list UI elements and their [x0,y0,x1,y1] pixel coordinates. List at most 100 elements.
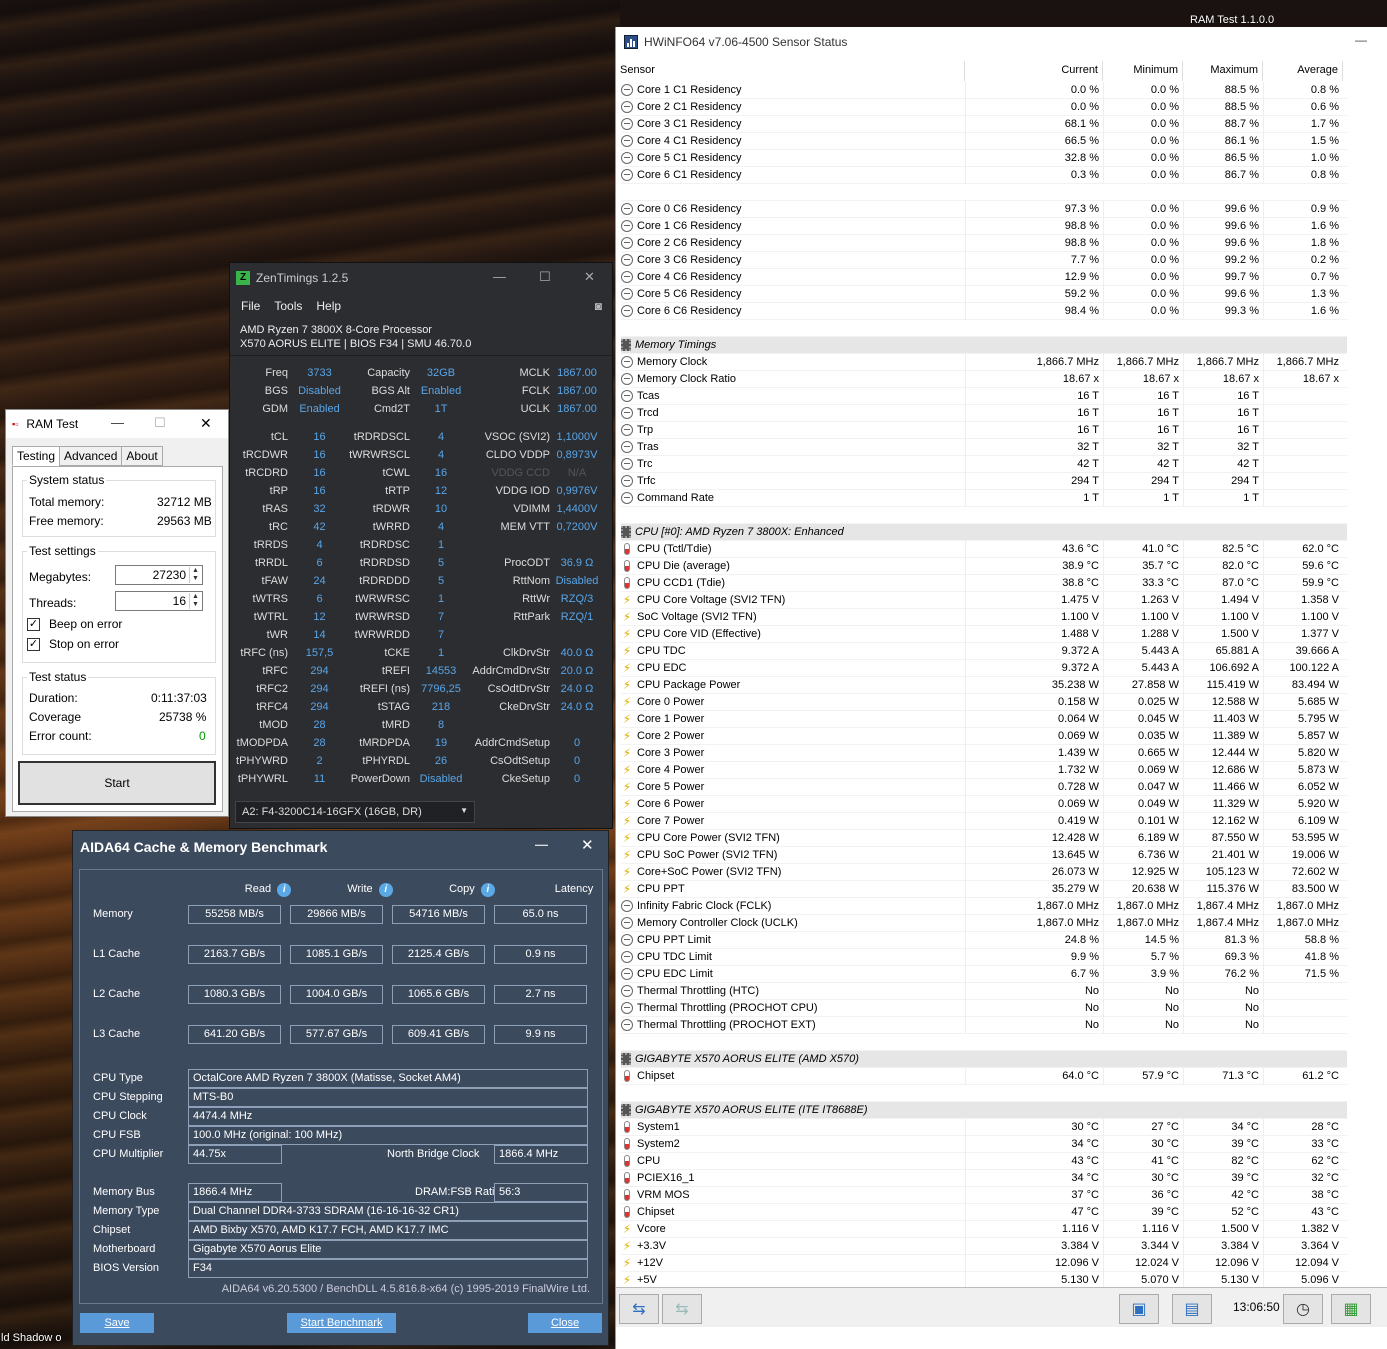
start-benchmark-button[interactable]: Start Benchmark [287,1313,396,1333]
sensor-row[interactable]: ⚡ CPU Core VID (Effective) 1.488 V 1.288 V1… [621,625,1348,643]
memory-module-dropdown[interactable]: A2: F4-3200C14-16GFX (16GB, DR) ▼ [235,801,475,823]
sensor-row[interactable]: Thermal Throttling (PROCHOT CPU) No No No [621,999,1348,1017]
maximize-button[interactable]: ☐ [539,269,551,285]
vertical-scrollbar[interactable] [1347,61,1387,1286]
megabytes-stepper[interactable]: ▲ ▼ [189,567,201,583]
sensor-row[interactable]: Trfc 294 T 294 T 294 T [621,472,1348,490]
sensor-row[interactable]: Chipset 64.0 °C 57.9 °C 71.3 °C 61.2 °C [621,1067,1348,1085]
menu-tools[interactable]: Tools [274,299,302,313]
sensor-group-header[interactable]: Memory Timings [621,337,1348,354]
sensor-group-header[interactable]: GIGABYTE X570 AORUS ELITE (ITE IT8688E) [621,1102,1348,1119]
zentimings-titlebar[interactable]: Z ZenTimings 1.2.5 — ☐ ✕ [230,263,612,293]
sensor-row[interactable]: ⚡ CPU TDC 9.372 A 5.443 A 65.881 A 39.666 A [621,642,1348,660]
network-button[interactable]: ▤ [1172,1294,1212,1324]
sensor-row[interactable]: ⚡ CPU PPT 35.279 W 20.638 W 115.376 W 83.500 … [621,880,1348,898]
sensor-row[interactable]: VRM MOS 37 °C 36 °C 42 °C 38 °C [621,1186,1348,1204]
sensor-row[interactable]: PCIEX16_1 34 °C 30 °C 39 °C 32 °C [621,1169,1348,1187]
minimize-button[interactable]: — [493,269,506,284]
sensor-row[interactable]: Core 2 C6 Residency 98.8 % 0.0 % 99.6 % 1.8 … [621,234,1348,252]
col-minimum[interactable]: Minimum [1103,61,1183,81]
sensor-row[interactable]: ⚡ Core 2 Power 0.069 W 0.035 W 11.389 W 5.857… [621,727,1348,745]
sensor-row[interactable]: CPU 43 °C 41 °C 82 °C 62 °C [621,1152,1348,1170]
sensor-row[interactable]: System2 34 °C 30 °C 39 °C 33 °C [621,1135,1348,1153]
beep-on-error-label[interactable]: Beep on error [49,617,122,631]
sensor-row[interactable]: Memory Clock Ratio 18.67 x 18.67 x 18.67 x1… [621,370,1348,388]
stop-on-error-label[interactable]: Stop on error [49,637,119,651]
sensor-row[interactable]: Command Rate 1 T1 T1 T [621,489,1348,507]
nav-arrows-alt-button[interactable]: ⇆ [662,1294,702,1324]
info-icon[interactable]: i [378,883,393,897]
col-maximum[interactable]: Maximum [1183,61,1263,81]
close-button[interactable]: ✕ [200,415,212,432]
sensor-group-header[interactable]: GIGABYTE X570 AORUS ELITE (AMD X570) [621,1051,1348,1068]
tab-about[interactable]: About [121,446,163,466]
sensor-row[interactable]: CPU (Tctl/Tdie) 43.6 °C 41.0 °C 82.5 °C 62.0… [621,540,1348,558]
sensor-row[interactable]: ⚡ SoC Voltage (SVI2 TFN) 1.100 V 1.100 V 1.1… [621,608,1348,626]
ramtest-titlebar[interactable]: ▪▫ RAM Test — ☐ ✕ [6,410,228,438]
sensor-row[interactable]: CPU CCD1 (Tdie) 38.8 °C 33.3 °C 87.0 °C 59.9… [621,574,1348,592]
sensor-row[interactable]: Infinity Fabric Clock (FCLK) 1,867.0 MHz 1… [621,897,1348,915]
screenshot-camera-icon[interactable]: ◙ [595,299,602,313]
sensor-row[interactable]: CPU TDC Limit 9.9 % 5.7 % 69.3 % 41.8 % [621,948,1348,966]
sensor-row[interactable]: CPU EDC Limit 6.7 % 3.9 % 76.2 % 71.5 % [621,965,1348,983]
sensor-row[interactable]: CPU Die (average) 38.9 °C 35.7 °C 82.0 °C 59… [621,557,1348,575]
sensor-row[interactable]: Core 1 C1 Residency 0.0 % 0.0 % 88.5 % 0.8 % [621,81,1348,99]
megabytes-input[interactable]: 27230 ▲ ▼ [115,565,203,585]
sensor-group-header[interactable]: CPU [#0]: AMD Ryzen 7 3800X: Enhanced [621,524,1348,541]
sensor-row[interactable]: ⚡ Core 5 Power 0.728 W 0.047 W 11.466 W 6.052… [621,778,1348,796]
sensor-row[interactable]: Core 4 C6 Residency 12.9 % 0.0 % 99.7 % 0.7 … [621,268,1348,286]
sensor-row[interactable]: ⚡ +12V 12.096 V 12.024 V 12.096 V 12.094 V [621,1254,1348,1272]
minimize-button[interactable]: — [111,415,124,430]
sensor-row[interactable]: Memory Clock 1,866.7 MHz 1,866.7 MHz 1,866.… [621,353,1348,371]
menu-file[interactable]: File [241,299,260,313]
sensor-row[interactable]: Thermal Throttling (PROCHOT EXT) No No No [621,1016,1348,1034]
sensor-row[interactable]: System1 30 °C 27 °C 34 °C 28 °C [621,1118,1348,1136]
sensor-row[interactable]: Core 4 C1 Residency 66.5 % 0.0 % 86.1 % 1.5 … [621,132,1348,150]
sensor-row[interactable]: Core 3 C6 Residency 7.7 % 0.0 % 99.2 % 0.2 % [621,251,1348,269]
clock-reset-button[interactable]: ◷ [1283,1294,1323,1324]
minimize-button[interactable]: — [535,837,548,852]
sensor-row[interactable]: ⚡ CPU Core Power (SVI2 TFN) 12.428 W 6.189 … [621,829,1348,847]
sensor-row[interactable]: Core 2 C1 Residency 0.0 % 0.0 % 88.5 % 0.6 % [621,98,1348,116]
sensor-row[interactable]: Chipset 47 °C 39 °C 52 °C 43 °C [621,1203,1348,1221]
sensor-row[interactable]: Tcas 16 T 16 T 16 T [621,387,1348,405]
tab-advanced[interactable]: Advanced [59,446,123,466]
hwinfo-titlebar[interactable]: HWiNFO64 v7.06-4500 Sensor Status — [616,27,1387,57]
sensor-row[interactable]: ⚡ Core 1 Power 0.064 W 0.045 W 11.403 W 5.795… [621,710,1348,728]
sensor-row[interactable]: ⚡ Core 0 Power 0.158 W 0.025 W 12.588 W 5.685… [621,693,1348,711]
info-icon[interactable]: i [480,883,495,897]
sensor-row[interactable]: Memory Controller Clock (UCLK) 1,867.0 MH… [621,914,1348,932]
sensor-row[interactable]: Core 0 C6 Residency 97.3 % 0.0 % 99.6 % 0.9 … [621,200,1348,218]
sensor-row[interactable]: Core 5 C6 Residency 59.2 % 0.0 % 99.6 % 1.3 … [621,285,1348,303]
sensor-row[interactable]: ⚡ +3.3V 3.384 V 3.344 V 3.384 V 3.364 V [621,1237,1348,1255]
desktop-icon-label[interactable]: RAM Test 1.1.0.0 [1190,14,1274,27]
nav-arrows-button[interactable]: ⇆ [619,1294,659,1324]
threads-stepper[interactable]: ▲ ▼ [189,593,201,609]
sensor-row[interactable]: ⚡ Core 6 Power 0.069 W 0.049 W 11.329 W 5.920… [621,795,1348,813]
aida64-titlebar[interactable]: AIDA64 Cache & Memory Benchmark — ✕ [73,831,608,863]
sensor-row[interactable]: Core 1 C6 Residency 98.8 % 0.0 % 99.6 % 1.6 … [621,217,1348,235]
sensor-row[interactable]: Core 6 C1 Residency 0.3 % 0.0 % 86.7 % 0.8 % [621,166,1348,184]
sensor-row[interactable]: Thermal Throttling (HTC) No No No [621,982,1348,1000]
col-current[interactable]: Current [965,61,1103,81]
sensor-row[interactable]: Trcd 16 T 16 T 16 T [621,404,1348,422]
minimize-button[interactable]: — [1355,33,1367,47]
maximize-button[interactable]: ☐ [154,415,166,431]
sensor-row[interactable]: Trc 42 T 42 T 42 T [621,455,1348,473]
sensor-row[interactable]: ⚡ Vcore 1.116 V 1.116 V 1.500 V 1.382 V [621,1220,1348,1238]
sensor-row[interactable]: ⚡ CPU Core Voltage (SVI2 TFN) 1.475 V 1.263… [621,591,1348,609]
col-average[interactable]: Average [1263,61,1343,81]
sensor-row[interactable]: ⚡ Core+SoC Power (SVI2 TFN) 26.073 W 12.925… [621,863,1348,881]
sensor-row[interactable]: ⚡ Core 4 Power 1.732 W 0.069 W 12.686 W 5.873… [621,761,1348,779]
sensor-row[interactable]: ⚡ Core 7 Power 0.419 W 0.101 W 12.162 W 6.109… [621,812,1348,830]
start-button[interactable]: Start [18,761,216,805]
menu-help[interactable]: Help [316,299,341,313]
close-button[interactable]: ✕ [584,269,595,285]
sensor-row[interactable]: CPU PPT Limit 24.8 % 14.5 % 81.3 % 58.8 % [621,931,1348,949]
sensor-row[interactable]: ⚡ Core 3 Power 1.439 W 0.665 W 12.444 W 5.820… [621,744,1348,762]
save-button[interactable]: Save [80,1313,154,1333]
sensor-row[interactable]: Core 3 C1 Residency 68.1 % 0.0 % 88.7 % 1.7 … [621,115,1348,133]
sensor-row[interactable]: ⚡ CPU EDC 9.372 A 5.443 A 106.692 A 100.122 A [621,659,1348,677]
sensor-row[interactable]: Core 6 C6 Residency 98.4 % 0.0 % 99.3 % 1.6 … [621,302,1348,320]
tab-testing[interactable]: Testing [12,446,61,466]
